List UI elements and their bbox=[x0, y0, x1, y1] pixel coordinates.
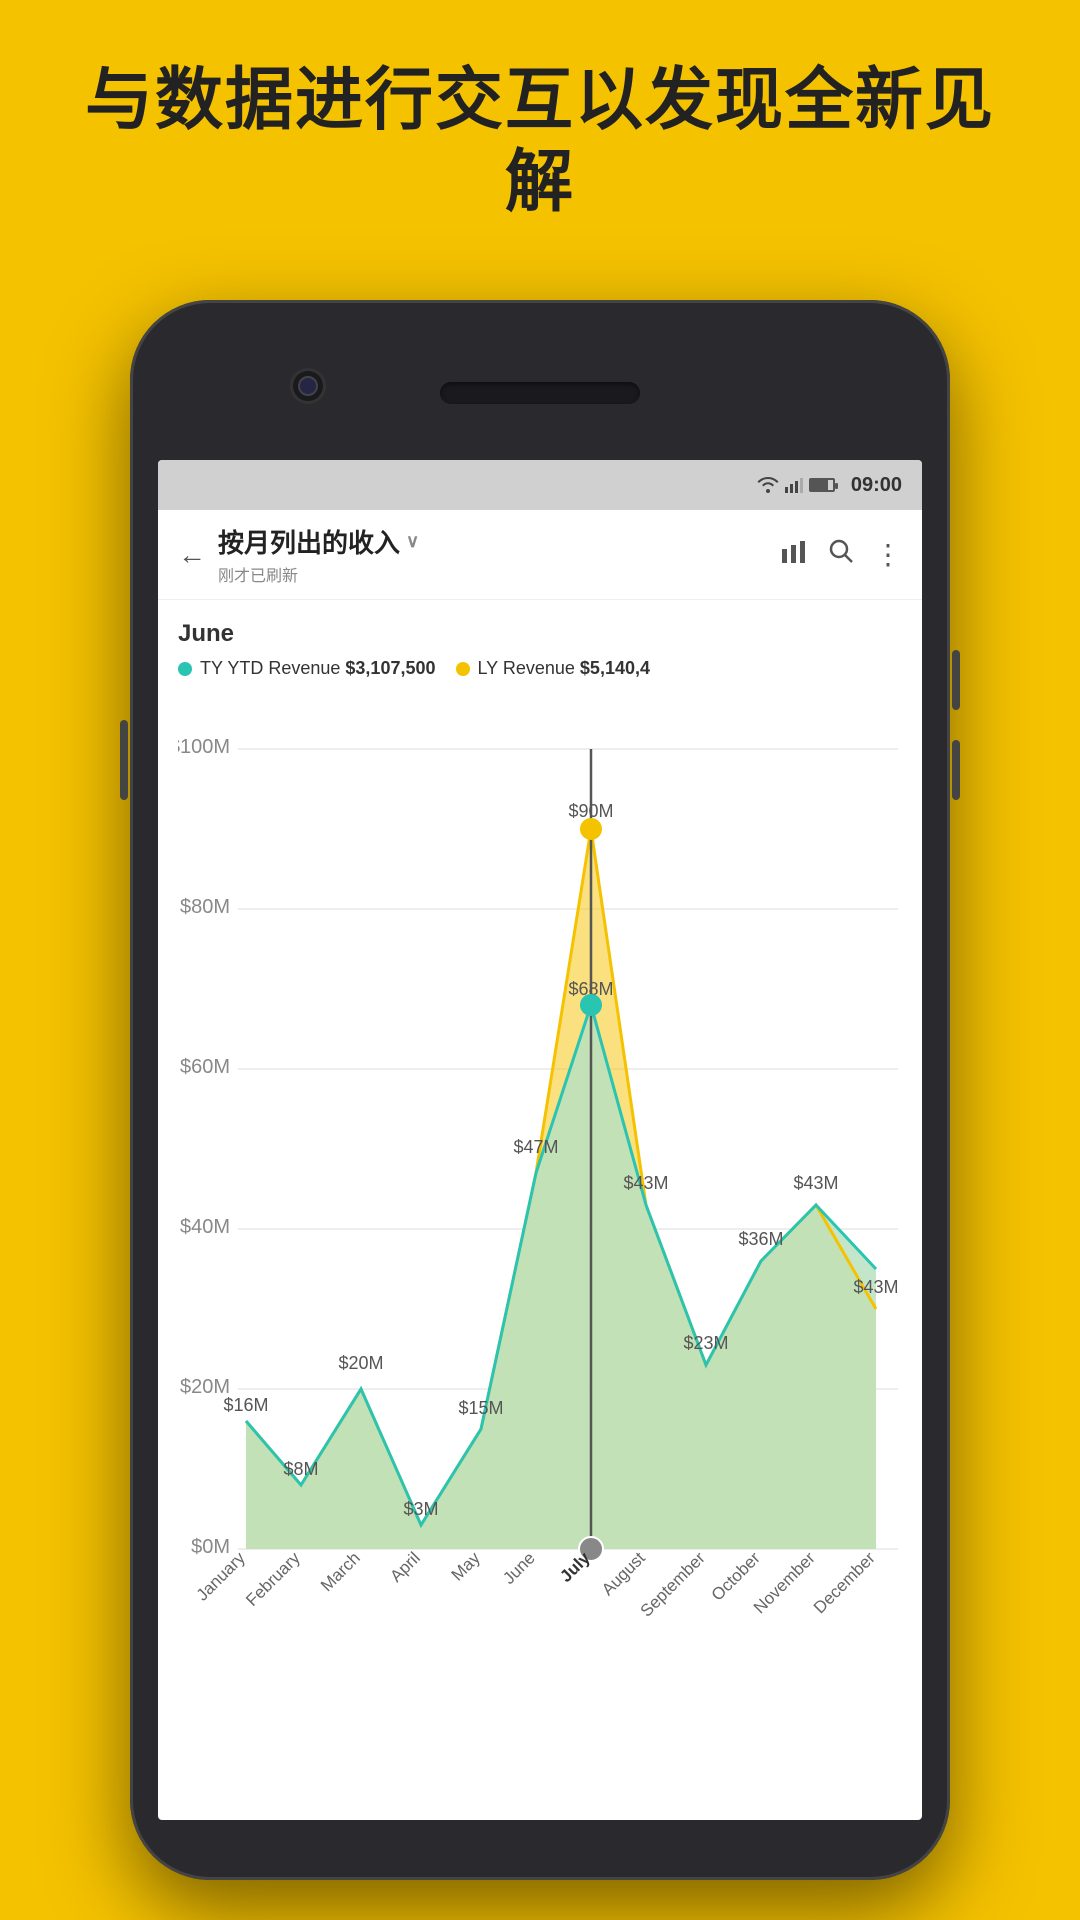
chart-area: June TY YTD Revenue $3,107,500 LY Revenu… bbox=[158, 600, 922, 1820]
label-apr: $3M bbox=[403, 1499, 438, 1519]
x-label-may: May bbox=[448, 1548, 484, 1584]
svg-text:$80M: $80M bbox=[180, 896, 230, 918]
label-dec-yellow: $43M bbox=[853, 1277, 898, 1297]
label-nov-teal: $43M bbox=[793, 1173, 838, 1193]
headline: 与数据进行交互以发现全新见解 bbox=[0, 60, 1080, 223]
title-area: 按月列出的收入 ∨ 刚才已刷新 bbox=[218, 523, 780, 586]
volume-down-button[interactable] bbox=[952, 740, 960, 800]
teal-legend-label: TY YTD Revenue $3,107,500 bbox=[200, 658, 436, 679]
legend-item-yellow: LY Revenue $5,140,4 bbox=[456, 658, 651, 679]
svg-text:$0M: $0M bbox=[191, 1536, 230, 1558]
yellow-dot-icon bbox=[456, 662, 470, 676]
app-title: 按月列出的收入 ∨ bbox=[218, 523, 780, 560]
signal-icons bbox=[757, 477, 835, 493]
back-button[interactable]: ← bbox=[178, 539, 206, 571]
more-menu-icon[interactable]: ⋮ bbox=[874, 538, 902, 571]
phone-camera bbox=[290, 368, 326, 404]
label-mar: $20M bbox=[338, 1353, 383, 1373]
svg-text:$40M: $40M bbox=[180, 1216, 230, 1238]
power-button[interactable] bbox=[120, 720, 128, 800]
x-label-apr: April bbox=[386, 1548, 423, 1585]
search-icon[interactable] bbox=[828, 538, 854, 571]
label-sep: $23M bbox=[683, 1333, 728, 1353]
label-feb: $8M bbox=[283, 1459, 318, 1479]
app-bar: ← 按月列出的收入 ∨ 刚才已刷新 bbox=[158, 510, 922, 600]
teal-dot-icon bbox=[178, 662, 192, 676]
wifi-icon bbox=[757, 477, 779, 493]
label-jun: $47M bbox=[513, 1137, 558, 1157]
chart-icon[interactable] bbox=[780, 539, 808, 570]
x-label-oct: October bbox=[708, 1548, 764, 1604]
label-may: $15M bbox=[458, 1398, 503, 1418]
chart-period-label: June bbox=[178, 620, 902, 648]
status-time: 09:00 bbox=[851, 474, 902, 497]
svg-text:$20M: $20M bbox=[180, 1376, 230, 1398]
chart-svg-container: $100M $80M $60M $40M $20M bbox=[178, 699, 902, 1754]
x-label-mar: March bbox=[317, 1548, 364, 1595]
app-subtitle: 刚才已刷新 bbox=[218, 562, 780, 586]
chart-legend: TY YTD Revenue $3,107,500 LY Revenue $5,… bbox=[178, 658, 902, 679]
x-label-dec: December bbox=[810, 1548, 879, 1617]
legend-item-teal: TY YTD Revenue $3,107,500 bbox=[178, 658, 436, 679]
battery-icon bbox=[809, 478, 835, 492]
svg-text:$60M: $60M bbox=[180, 1056, 230, 1078]
label-jan: $16M bbox=[223, 1395, 268, 1415]
phone-body: 09:00 ← 按月列出的收入 ∨ 刚才已刷新 bbox=[130, 300, 950, 1880]
line-chart[interactable]: $100M $80M $60M $40M $20M bbox=[178, 699, 902, 1749]
volume-up-button[interactable] bbox=[952, 650, 960, 710]
july-teal-dot bbox=[581, 995, 601, 1015]
status-bar: 09:00 bbox=[158, 460, 922, 510]
x-label-sep: September bbox=[637, 1548, 709, 1620]
phone-screen: 09:00 ← 按月列出的收入 ∨ 刚才已刷新 bbox=[158, 460, 922, 1820]
dropdown-arrow-icon[interactable]: ∨ bbox=[406, 531, 419, 552]
signal-bar-icon bbox=[785, 477, 803, 493]
app-bar-icons: ⋮ bbox=[780, 538, 902, 571]
phone-container: 09:00 ← 按月列出的收入 ∨ 刚才已刷新 bbox=[130, 300, 950, 1880]
x-label-jun: June bbox=[499, 1548, 539, 1588]
svg-text:$100M: $100M bbox=[178, 736, 230, 758]
x-label-aug: August bbox=[598, 1548, 649, 1599]
label-aug: $43M bbox=[623, 1173, 668, 1193]
phone-speaker bbox=[440, 382, 640, 404]
yellow-legend-label: LY Revenue $5,140,4 bbox=[478, 658, 651, 679]
label-oct-teal: $36M bbox=[738, 1229, 783, 1249]
x-label-feb: February bbox=[242, 1548, 304, 1610]
july-yellow-dot bbox=[581, 819, 601, 839]
